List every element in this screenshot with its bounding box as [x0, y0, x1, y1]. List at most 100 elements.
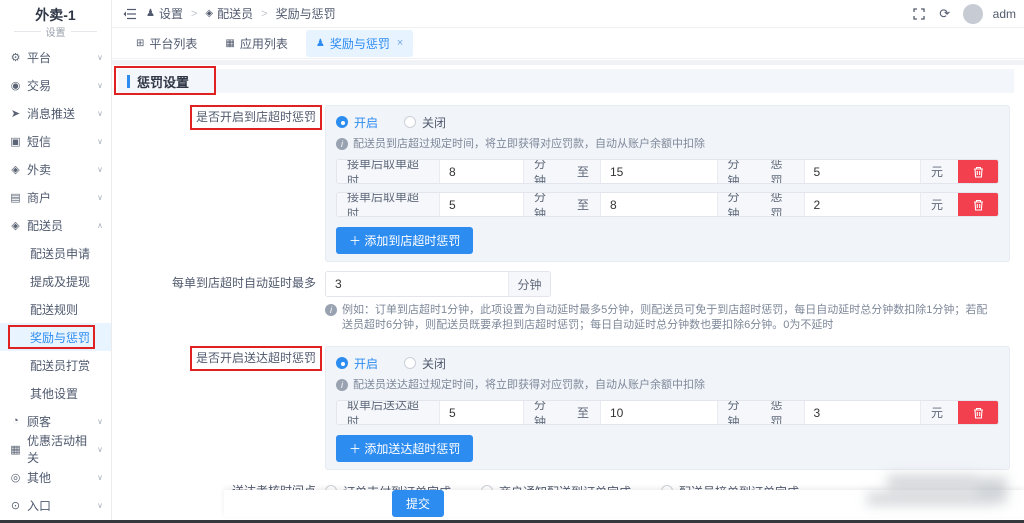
unit-minute: 分钟 [508, 272, 550, 296]
sidebar-item-courier-apply[interactable]: 配送员申请 [0, 239, 111, 267]
penalty-rule-row: 取单后送达超时 分钟 至 分钟 惩罚 元 [336, 400, 999, 425]
arrive-penalty-panel: 开启 关闭 i 配送员到店超过规定时间，将立即获得对应罚款，自动从账户余额中扣除… [325, 105, 1010, 262]
tab-app-list[interactable]: ▦ 应用列表 [215, 30, 297, 57]
radio-deliver-off[interactable]: 关闭 [404, 355, 446, 372]
radio-arrive-off[interactable]: 关闭 [404, 114, 446, 131]
courier-icon: ◈ [11, 219, 20, 232]
sidebar-item-message-push[interactable]: ➤ 消息推送 ∨ [0, 99, 111, 127]
tab-label: 平台列表 [149, 36, 198, 51]
from-minutes-input[interactable] [440, 160, 523, 183]
merchant-icon: ▤ [10, 191, 21, 204]
to-minutes-input[interactable] [601, 160, 717, 183]
auto-delay-input[interactable] [326, 272, 508, 296]
breadcrumb[interactable]: ♟ 设置 [146, 5, 183, 22]
breadcrumb-separator: > [190, 7, 198, 20]
chevron-down-icon: ∨ [97, 472, 103, 482]
sidebar-item-merchant[interactable]: ▤ 商户 ∨ [0, 183, 111, 211]
from-minutes-input[interactable] [440, 193, 523, 216]
sidebar-item-label: 配送员 [27, 218, 64, 233]
refresh-icon[interactable]: ⟳ [937, 6, 953, 22]
sidebar-subitem-label: 配送规则 [30, 302, 79, 317]
sidebar-item-label: 商户 [27, 190, 52, 205]
add-deliver-penalty-button[interactable]: ＋ 添加送达超时惩罚 [336, 435, 474, 462]
sidebar-item-reward-punishment[interactable]: 奖励与惩罚 [0, 323, 111, 351]
radio-icon [404, 116, 417, 128]
tab-platform-list[interactable]: ⊞ 平台列表 [126, 30, 207, 57]
radio-assess-option-3[interactable]: 配送员接单到订单完成 [661, 483, 799, 490]
close-icon[interactable]: × [397, 37, 403, 49]
info-icon: i [336, 379, 348, 391]
auto-delay-group: 分钟 [325, 271, 551, 297]
courier-icon: ◈ [205, 8, 214, 19]
grid-icon: ⊞ [136, 37, 145, 49]
sidebar-item-label: 交易 [27, 78, 52, 93]
sidebar-item-transaction[interactable]: ◉ 交易 ∨ [0, 71, 111, 99]
unit-minute: 分钟 [716, 160, 761, 183]
penalty-amount-input[interactable] [804, 160, 920, 183]
chevron-down-icon: ∨ [97, 52, 103, 62]
sidebar-item-promotions[interactable]: ▦ 优惠活动相关 ∨ [0, 434, 111, 465]
apps-icon: ▦ [225, 37, 235, 49]
add-arrive-penalty-button[interactable]: ＋ 添加到店超时惩罚 [336, 227, 474, 254]
trash-icon [973, 166, 983, 178]
sidebar-item-sms[interactable]: ▣ 短信 ∨ [0, 127, 111, 155]
delete-row-button[interactable] [958, 193, 998, 216]
sidebar-item-entrance[interactable]: ⊙ 入口 ∨ [0, 491, 111, 519]
radio-assess-option-2[interactable]: 商户通知配送到订单完成 [481, 483, 631, 490]
collapse-sidebar-icon[interactable] [122, 6, 138, 22]
field-label-auto-delay: 每单到店超时自动延时最多 [171, 276, 316, 290]
rule-label: 接单后取单超时 [337, 160, 440, 183]
breadcrumb-item: 奖励与惩罚 [275, 7, 336, 21]
penalty-rule-row: 接单后取单超时 分钟 至 分钟 惩罚 元 [336, 159, 999, 184]
to-minutes-input[interactable] [601, 193, 717, 216]
unit-penalty: 惩罚 [760, 193, 805, 216]
sidebar-item-takeout[interactable]: ◈ 外卖 ∨ [0, 155, 111, 183]
sidebar-item-platform[interactable]: ⚙ 平台 ∨ [0, 43, 111, 71]
sidebar-item-delivery-rules[interactable]: 配送规则 [0, 295, 111, 323]
main-area: ♟ 设置 > ◈ 配送员 > 奖励与惩罚 ⟳ adm ⊞ 平台列表 ▦ 应用列表… [112, 0, 1024, 520]
sidebar-item-other-settings[interactable]: 其他设置 [0, 379, 111, 407]
sidebar-item-customer[interactable]: ◔ 顾客 ∨ [0, 407, 111, 435]
sidebar-subitem-label: 配送员申请 [30, 246, 91, 261]
radio-deliver-on[interactable]: 开启 [336, 355, 378, 372]
trash-icon [973, 199, 983, 211]
avatar[interactable] [962, 3, 983, 24]
radio-assess-option-1[interactable]: 订单支付到订单完成 [325, 483, 451, 490]
chevron-down-icon: ∨ [97, 80, 103, 90]
from-minutes-input[interactable] [440, 401, 523, 424]
penalty-amount-input[interactable] [804, 401, 920, 424]
sidebar-item-courier[interactable]: ◈ 配送员 ∧ [0, 211, 111, 239]
submit-button[interactable]: 提交 [392, 490, 445, 517]
sidebar-item-label: 优惠活动相关 [27, 434, 88, 465]
unit-minute: 分钟 [523, 401, 567, 424]
sidebar-item-other[interactable]: ◎ 其他 ∨ [0, 463, 111, 491]
unit-yuan: 元 [920, 193, 958, 216]
unit-yuan: 元 [920, 160, 958, 183]
unit-penalty: 惩罚 [760, 401, 805, 424]
radio-arrive-on[interactable]: 开启 [336, 114, 378, 131]
brand-subtitle-label: 设置 [45, 28, 66, 39]
to-minutes-input[interactable] [601, 401, 717, 424]
sidebar-item-commission-withdraw[interactable]: 提成及提现 [0, 267, 111, 295]
chevron-down-icon: ∨ [97, 444, 103, 454]
radio-icon [336, 116, 348, 128]
info-icon: i [325, 304, 337, 316]
sidebar-subitem-label: 其他设置 [30, 386, 79, 401]
unit-minute: 分钟 [716, 401, 761, 424]
breadcrumb-item: 设置 [158, 7, 183, 21]
delete-row-button[interactable] [958, 401, 998, 424]
unit-minute: 分钟 [523, 160, 567, 183]
sidebar-subitem-label: 配送员打赏 [30, 358, 91, 373]
other-icon: ◎ [10, 471, 21, 484]
breadcrumb[interactable]: ◈ 配送员 [205, 5, 253, 22]
field-label-deliver-toggle: 是否开启送达超时惩罚 [112, 346, 325, 371]
fullscreen-icon[interactable] [911, 6, 927, 22]
tab-reward-punishment[interactable]: ♟ 奖励与惩罚 × [305, 29, 414, 57]
sidebar-item-courier-tip[interactable]: 配送员打赏 [0, 351, 111, 379]
rule-label: 取单后送达超时 [337, 401, 440, 424]
sidebar-item-label: 平台 [27, 50, 52, 65]
content-gap [112, 60, 1024, 65]
penalty-amount-input[interactable] [804, 193, 920, 216]
sidebar-item-label: 顾客 [27, 414, 52, 429]
delete-row-button[interactable] [958, 160, 998, 183]
